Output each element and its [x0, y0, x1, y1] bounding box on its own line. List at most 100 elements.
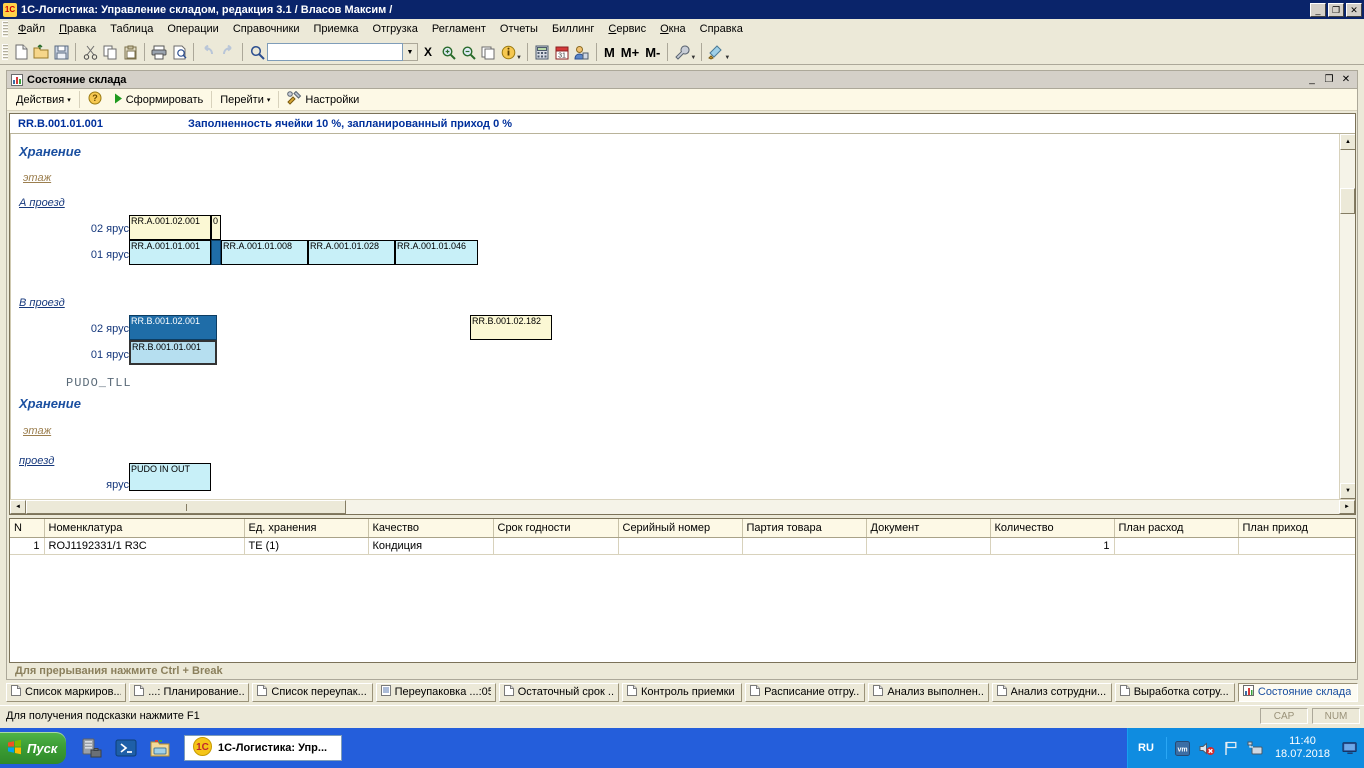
report-close-button[interactable]: ✕	[1339, 73, 1353, 87]
column-header-document[interactable]: Документ	[866, 519, 991, 538]
cell-rr-a-001-01-008[interactable]: RR.A.001.01.008	[221, 240, 308, 265]
cell-batch[interactable]	[742, 537, 867, 555]
menubar-grip-handle[interactable]	[2, 21, 8, 37]
hscroll-track[interactable]	[26, 500, 1339, 514]
cell-rr-a-001-02-001[interactable]: RR.A.001.02.001	[129, 215, 211, 240]
column-header-nomenclature[interactable]: Номенклатура	[44, 519, 245, 538]
column-header-expiry[interactable]: Срок годности	[493, 519, 619, 538]
help-button[interactable]: ?	[82, 89, 108, 110]
start-button[interactable]: Пуск	[0, 732, 66, 764]
cell-rr-b-001-01-001[interactable]: RR.B.001.01.001	[129, 340, 217, 365]
cell-plan-in[interactable]	[1238, 537, 1355, 555]
taskbar-task-1c[interactable]: 1C 1С-Логистика: Упр...	[184, 735, 342, 761]
network-computer-icon[interactable]	[1247, 740, 1263, 756]
minimize-button[interactable]: _	[1310, 2, 1326, 17]
tab-analiz-sotrudni[interactable]: Анализ сотрудни...	[991, 682, 1112, 702]
menu-operations[interactable]: Операции	[160, 20, 225, 38]
menu-receiving[interactable]: Приемка	[306, 20, 365, 38]
taskbar-clock[interactable]: 11:40 18.07.2018	[1271, 735, 1334, 761]
menu-shipping[interactable]: Отгрузка	[366, 20, 425, 38]
volume-muted-icon[interactable]	[1199, 740, 1215, 756]
support-icon[interactable]	[706, 42, 726, 63]
column-header-quantity[interactable]: Количество	[990, 519, 1115, 538]
tab-ostatochny-srok[interactable]: Остаточный срок ...	[498, 682, 619, 702]
open-folder-icon[interactable]	[31, 42, 51, 63]
menu-windows[interactable]: Окна	[653, 20, 693, 38]
cell-rr-a-001-01-046[interactable]: RR.A.001.01.046	[395, 240, 478, 265]
cell-rr-a-001-01-001[interactable]: RR.A.001.01.001	[129, 240, 211, 265]
menu-help[interactable]: Справка	[693, 20, 750, 38]
column-header-serial[interactable]: Серийный номер	[618, 519, 743, 538]
report-horizontal-scrollbar[interactable]: ◄ ►	[10, 499, 1355, 514]
user-settings-icon[interactable]	[572, 42, 592, 63]
language-indicator[interactable]: RU	[1138, 742, 1158, 754]
cell-n[interactable]: 1	[10, 537, 45, 555]
generate-report-button[interactable]: Сформировать	[108, 91, 210, 109]
cell-rr-a-001-02-001-overflow[interactable]: 0	[211, 215, 221, 240]
network-flag-icon[interactable]	[1223, 740, 1239, 756]
scroll-right-icon[interactable]: ►	[1339, 500, 1355, 514]
contents-table[interactable]: N Номенклатура Ед. хранения Качество Сро…	[9, 518, 1356, 663]
tab-spisok-markirov[interactable]: Список маркиров...	[6, 682, 127, 702]
calendar-icon[interactable]: 31	[552, 42, 572, 63]
scroll-down-icon[interactable]: ▼	[1340, 483, 1355, 499]
vm-tools-icon[interactable]: vm	[1175, 740, 1191, 756]
report-restore-button[interactable]: ❐	[1322, 73, 1336, 87]
menu-reports[interactable]: Отчеты	[493, 20, 545, 38]
calculator-icon[interactable]	[532, 42, 552, 63]
memory-plus-button[interactable]: M+	[618, 45, 642, 60]
cell-selected-narrow[interactable]	[211, 240, 221, 265]
tab-raspisanie-otgru[interactable]: Расписание отгру...	[745, 682, 866, 702]
undo-icon[interactable]	[198, 42, 218, 63]
tab-vyrabotka-sotru[interactable]: Выработка сотру...	[1114, 682, 1235, 702]
tab-kontrol-priemki[interactable]: Контроль приемки	[621, 682, 743, 702]
search-input[interactable]	[267, 43, 403, 61]
menu-catalogs[interactable]: Справочники	[226, 20, 307, 38]
paste-icon[interactable]	[120, 42, 140, 63]
scroll-up-icon[interactable]: ▲	[1340, 134, 1355, 150]
server-tools-icon[interactable]	[80, 736, 104, 760]
tab-spisok-pereupak[interactable]: Список переупак...	[252, 682, 373, 702]
cell-quantity[interactable]: 1	[990, 537, 1115, 555]
column-header-plan-in[interactable]: План приход	[1238, 519, 1355, 538]
cell-rr-b-001-02-001[interactable]: RR.B.001.02.001	[129, 315, 217, 340]
menu-file[interactable]: Файл	[11, 20, 52, 38]
cell-nomenclature[interactable]: ROJ1192331/1 R3C	[44, 537, 245, 555]
find-icon[interactable]	[247, 42, 267, 63]
column-header-unit[interactable]: Ед. хранения	[244, 519, 369, 538]
copy-window-icon[interactable]	[478, 42, 498, 63]
save-icon[interactable]	[51, 42, 71, 63]
tab-pereupakovka[interactable]: Переупаковка ...:05	[375, 682, 496, 702]
wrench-icon[interactable]	[672, 42, 692, 63]
new-document-icon[interactable]	[11, 42, 31, 63]
zoom-in-icon[interactable]	[438, 42, 458, 63]
tab-planirovanie[interactable]: ...: Планирование...	[129, 682, 250, 702]
column-header-batch[interactable]: Партия товара	[742, 519, 867, 538]
cell-serial[interactable]	[618, 537, 743, 555]
vscroll-track[interactable]	[1340, 150, 1355, 483]
settings-button[interactable]: Настройки	[281, 89, 365, 110]
menu-table[interactable]: Таблица	[103, 20, 160, 38]
print-preview-icon[interactable]	[169, 42, 189, 63]
report-minimize-button[interactable]: _	[1305, 73, 1319, 87]
info-icon[interactable]	[498, 42, 518, 63]
maximize-button[interactable]: ❐	[1328, 2, 1344, 17]
column-header-quality[interactable]: Качество	[368, 519, 494, 538]
clear-search-button[interactable]: X	[418, 42, 438, 63]
cell-rr-a-001-01-028[interactable]: RR.A.001.01.028	[308, 240, 395, 265]
close-button[interactable]: ✕	[1346, 2, 1362, 17]
toolbar-grip-handle[interactable]	[2, 44, 8, 60]
vscroll-thumb[interactable]	[1340, 188, 1355, 214]
cell-plan-out[interactable]	[1114, 537, 1239, 555]
zoom-out-icon[interactable]	[458, 42, 478, 63]
scroll-left-icon[interactable]: ◄	[10, 500, 26, 514]
copy-icon[interactable]	[100, 42, 120, 63]
cell-expiry[interactable]	[493, 537, 619, 555]
cell-document[interactable]	[866, 537, 991, 555]
goto-menu-button[interactable]: Перейти ▾	[214, 92, 276, 108]
tab-sostoyanie-sklada[interactable]: Состояние склада	[1237, 682, 1359, 702]
menu-service[interactable]: Сервис	[601, 20, 653, 38]
column-header-n[interactable]: N	[10, 519, 45, 538]
tab-analiz-vypolnen[interactable]: Анализ выполнен...	[868, 682, 989, 702]
menu-edit[interactable]: Правка	[52, 20, 103, 38]
